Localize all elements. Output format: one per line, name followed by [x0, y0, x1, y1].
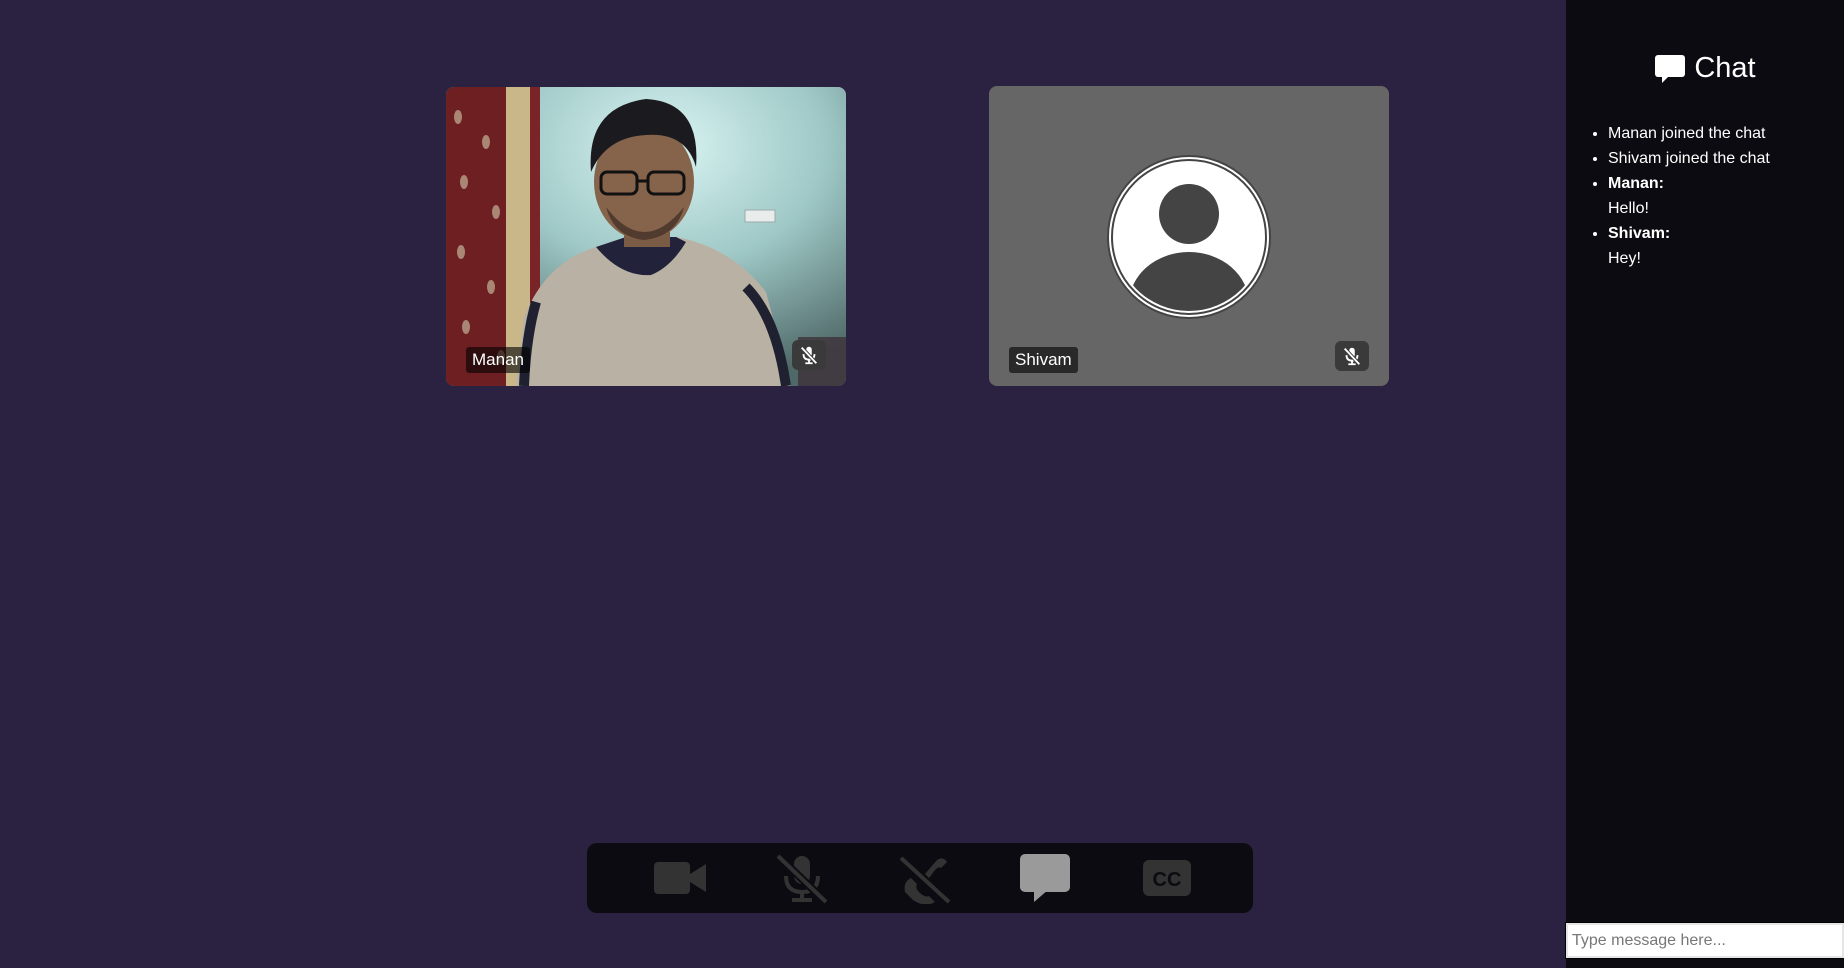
chat-message: Shivam: Hey!: [1608, 221, 1844, 271]
chat-message-sender: Manan:: [1608, 175, 1664, 192]
avatar: [1106, 154, 1272, 320]
microphone-muted-icon: [775, 853, 829, 904]
closed-captions-icon: CC: [1143, 860, 1191, 896]
microphone-muted-icon: [1343, 347, 1361, 366]
chat-message-sender: Shivam:: [1608, 225, 1671, 242]
mic-muted-indicator: [1335, 341, 1369, 371]
chat-system-message: Shivam joined the chat: [1608, 146, 1844, 171]
video-grid-area: Manan Shivam CC: [0, 0, 1566, 968]
toggle-mic-button[interactable]: [769, 851, 835, 905]
end-call-icon: [898, 855, 952, 904]
video-camera-icon: [654, 862, 706, 894]
chat-message-list: Manan joined the chat Shivam joined the …: [1588, 121, 1844, 271]
chat-panel: Chat Manan joined the chat Shivam joined…: [1566, 0, 1844, 968]
toggle-video-button[interactable]: [647, 851, 713, 905]
user-avatar-icon: [1107, 155, 1271, 319]
participant-tile-shivam[interactable]: Shivam: [989, 86, 1389, 386]
participant-name-label: Manan: [466, 347, 530, 373]
participant-tile-manan[interactable]: Manan: [446, 87, 846, 386]
chat-bubble-icon: [1020, 854, 1070, 902]
mic-muted-indicator: [792, 340, 826, 370]
chat-heading: Chat: [1566, 52, 1844, 85]
chat-message-text: Hello!: [1608, 200, 1649, 217]
toggle-captions-button[interactable]: CC: [1134, 851, 1200, 905]
camera-feed: [446, 87, 846, 386]
toggle-chat-button[interactable]: [1012, 851, 1078, 905]
chat-message-text: Hey!: [1608, 250, 1641, 267]
microphone-muted-icon: [800, 346, 818, 365]
chat-message-input[interactable]: [1565, 922, 1844, 959]
chat-system-message: Manan joined the chat: [1608, 121, 1844, 146]
chat-title: Chat: [1694, 52, 1756, 84]
end-call-button[interactable]: [892, 851, 958, 905]
chat-bubble-icon: [1655, 54, 1686, 83]
svg-text:CC: CC: [1153, 869, 1182, 891]
chat-message: Manan: Hello!: [1608, 171, 1844, 221]
participant-name-label: Shivam: [1009, 347, 1078, 373]
call-controls-toolbar: CC: [587, 843, 1253, 913]
